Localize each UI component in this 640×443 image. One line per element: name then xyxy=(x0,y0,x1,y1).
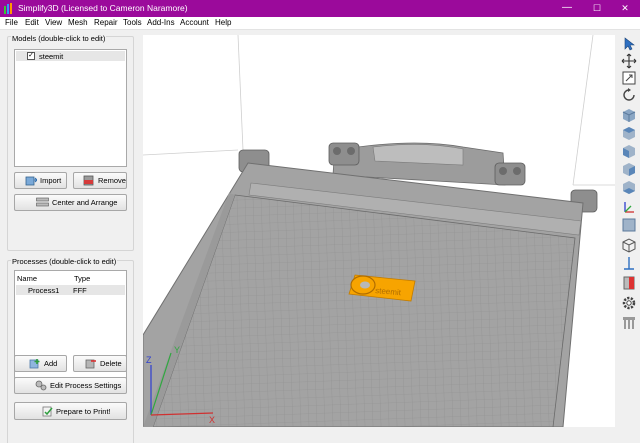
center-arrange-icon xyxy=(36,197,49,207)
minimize-button[interactable]: — xyxy=(554,1,580,15)
add-icon xyxy=(29,359,40,369)
delete-process-label: Delete xyxy=(100,359,122,368)
axis-x-label: X xyxy=(209,415,215,425)
title-bar: Simplify3D (Licensed to Cameron Naramore… xyxy=(0,0,640,17)
wireframe-icon[interactable] xyxy=(621,237,637,253)
build-volume-icon[interactable] xyxy=(621,217,637,233)
prepare-to-print-label: Prepare to Print! xyxy=(56,407,111,416)
center-and-arrange-label: Center and Arrange xyxy=(52,198,118,207)
app-logo-icon xyxy=(4,3,12,14)
shading-icon[interactable] xyxy=(621,275,637,291)
view-cube-front-icon[interactable] xyxy=(621,143,637,159)
import-button[interactable]: Import xyxy=(14,172,67,189)
view-cube-top-icon[interactable] xyxy=(621,125,637,141)
menu-file[interactable]: File xyxy=(5,18,18,27)
view-cube-bottom-icon[interactable] xyxy=(621,179,637,195)
menu-edit[interactable]: Edit xyxy=(25,18,39,27)
models-group-title: Models (double-click to edit) xyxy=(11,34,107,43)
menu-repair[interactable]: Repair xyxy=(94,18,118,27)
import-label: Import xyxy=(40,176,62,185)
menu-addins[interactable]: Add-Ins xyxy=(147,18,175,27)
3d-viewport[interactable]: Z Y X steemit xyxy=(143,35,615,427)
process-type: FFF xyxy=(73,286,87,295)
column-header-type[interactable]: Type xyxy=(74,274,90,283)
scale-icon[interactable] xyxy=(621,70,637,86)
delete-icon xyxy=(85,359,96,369)
menu-mesh[interactable]: Mesh xyxy=(68,18,88,27)
supports-icon[interactable] xyxy=(621,315,637,331)
remove-label: Remove xyxy=(98,176,126,185)
axis-y-label: Y xyxy=(174,345,180,355)
axes-icon[interactable] xyxy=(621,200,637,216)
close-button[interactable]: ✕ xyxy=(612,1,638,15)
maximize-button[interactable]: ☐ xyxy=(584,1,610,15)
view-cube-default-icon[interactable] xyxy=(621,107,637,123)
model-visible-checkbox[interactable]: ✓ xyxy=(27,52,35,60)
add-process-button[interactable]: Add xyxy=(14,355,67,372)
cross-section-icon[interactable] xyxy=(621,255,637,271)
view-toolbar xyxy=(618,31,640,443)
window-title: Simplify3D (Licensed to Cameron Naramore… xyxy=(18,3,188,13)
print-icon xyxy=(42,406,53,417)
left-panel: Models (double-click to edit) ✓ steemit … xyxy=(0,31,141,443)
table-row[interactable]: Process1 FFF xyxy=(16,285,125,295)
menu-account[interactable]: Account xyxy=(180,18,209,27)
rotate-icon[interactable] xyxy=(621,87,637,103)
select-arrow-icon[interactable] xyxy=(621,36,637,52)
remove-button[interactable]: Remove xyxy=(73,172,127,189)
menu-bar: File Edit View Mesh Repair Tools Add-Ins… xyxy=(0,17,640,30)
models-list[interactable]: ✓ steemit xyxy=(14,49,127,167)
settings-gear-icon[interactable] xyxy=(621,295,637,311)
delete-process-button[interactable]: Delete xyxy=(73,355,127,372)
model-name: steemit xyxy=(39,52,64,61)
move-icon[interactable] xyxy=(621,53,637,69)
edit-process-settings-button[interactable]: Edit Process Settings xyxy=(14,377,127,394)
menu-view[interactable]: View xyxy=(45,18,62,27)
add-process-label: Add xyxy=(44,359,58,368)
axis-z-label: Z xyxy=(146,355,152,365)
remove-icon xyxy=(83,175,94,186)
gears-icon xyxy=(35,380,47,391)
build-scene[interactable]: Z Y X steemit xyxy=(143,35,615,427)
view-cube-side-icon[interactable] xyxy=(621,161,637,177)
column-header-name[interactable]: Name xyxy=(17,274,37,283)
center-and-arrange-button[interactable]: Center and Arrange xyxy=(14,194,127,211)
import-icon xyxy=(25,176,37,186)
prepare-to-print-button[interactable]: Prepare to Print! xyxy=(14,402,127,420)
menu-help[interactable]: Help xyxy=(215,18,231,27)
process-name: Process1 xyxy=(28,286,60,295)
list-item[interactable]: ✓ steemit xyxy=(16,51,125,61)
edit-process-settings-label: Edit Process Settings xyxy=(50,381,122,390)
processes-group-title: Processes (double-click to edit) xyxy=(11,257,118,266)
menu-tools[interactable]: Tools xyxy=(123,18,142,27)
